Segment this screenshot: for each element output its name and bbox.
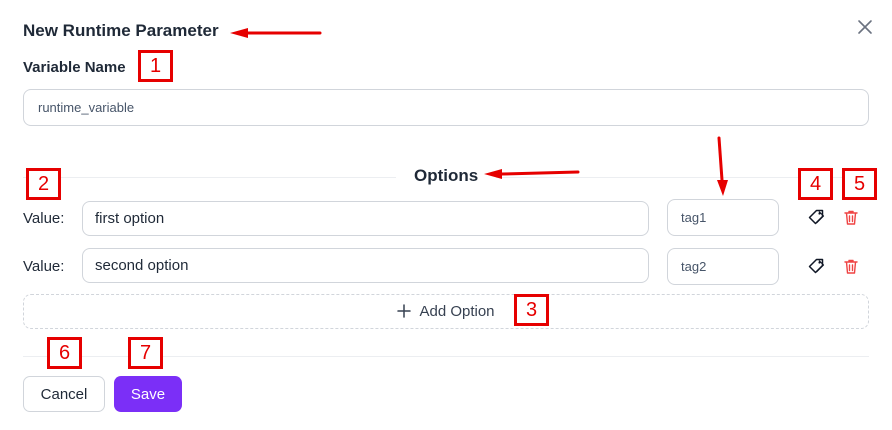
annotation-box-1: 1 [138,50,173,82]
annotation-box-6: 6 [47,337,82,369]
option-value-label: Value: [23,210,65,227]
annotation-box-5: 5 [842,168,877,200]
close-icon [858,20,872,34]
add-option-label: Add Option [419,303,495,320]
option-value-input[interactable] [82,248,649,283]
plus-icon [397,302,412,322]
delete-option-button[interactable] [841,207,861,227]
annotation-box-7: 7 [128,337,163,369]
annotation-arrow-tag [717,136,728,196]
option-tag-input[interactable] [667,248,779,285]
cancel-button[interactable]: Cancel [23,376,105,412]
tag-icon [808,209,825,225]
tag-button[interactable] [806,256,826,276]
annotation-box-4: 4 [798,168,833,200]
add-option-button[interactable]: Add Option [23,294,869,329]
option-tag-input[interactable] [667,199,779,236]
dialog-title: New Runtime Parameter [23,21,219,40]
tag-button[interactable] [806,207,826,227]
annotation-box-3: 3 [514,294,549,326]
annotation-box-2: 2 [26,168,61,200]
save-button[interactable]: Save [114,376,182,412]
delete-option-button[interactable] [841,256,861,276]
close-button[interactable] [855,17,875,37]
option-value-label: Value: [23,258,65,275]
variable-name-input[interactable] [23,89,869,126]
options-heading: Options [396,166,497,186]
option-value-input[interactable] [82,201,649,236]
trash-icon [844,259,858,274]
variable-name-label: Variable Name [23,59,126,76]
trash-icon [844,210,858,225]
tag-icon [808,258,825,274]
annotation-arrow-title [230,28,322,38]
